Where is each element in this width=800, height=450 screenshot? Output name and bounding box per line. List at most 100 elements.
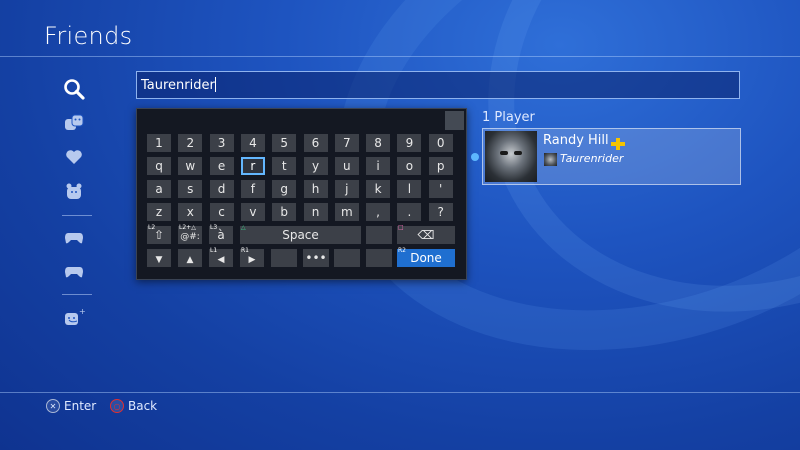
key-7[interactable]: 7 [334, 134, 359, 152]
search-input-value: Taurenrider [141, 78, 215, 93]
r1-tag: R1 [241, 247, 249, 254]
key-k[interactable]: k [366, 180, 391, 198]
circle-button-icon: ○ [110, 399, 124, 413]
key-w[interactable]: w [178, 157, 203, 175]
onscreen-keyboard: 1 2 3 4 5 6 7 8 9 0 q w e r t y u i o p a s d f g h j k l ' z x c v b n m,.?… [136, 108, 467, 280]
up-arrow-icon: ▲ [186, 255, 194, 265]
key-a[interactable]: a [147, 180, 171, 198]
sidebar-divider [62, 294, 92, 295]
key-4[interactable]: 4 [240, 134, 265, 152]
key-m[interactable]: m [334, 203, 359, 221]
key-v[interactable]: v [240, 203, 265, 221]
key-q[interactable]: q [147, 157, 171, 175]
backspace-key[interactable]: □ ⌫ [397, 224, 455, 244]
blank-key[interactable] [271, 249, 297, 267]
square-icon: □ [398, 224, 404, 231]
key-0[interactable]: 0 [428, 134, 453, 152]
shift-icon: ⇧ [153, 228, 165, 242]
add-friend-icon[interactable]: + [56, 302, 92, 332]
key-o[interactable]: o [397, 157, 422, 175]
space-key[interactable]: △ Space [240, 224, 361, 244]
key-c[interactable]: c [209, 203, 234, 221]
symbols-key[interactable]: L2+△ @#: [178, 224, 202, 244]
key-symbol[interactable]: . [397, 203, 422, 221]
player-online-id: Taurenrider [560, 152, 624, 165]
back-hint: ○ Back [110, 399, 157, 413]
page-title: Friends [44, 22, 133, 50]
key-symbol[interactable]: ' [428, 180, 453, 198]
key-j[interactable]: j [334, 180, 359, 198]
l2-triangle-tag: L2+△ [179, 224, 196, 231]
key-l[interactable]: l [397, 180, 422, 198]
key-f[interactable]: f [240, 180, 265, 198]
key-z[interactable]: z [147, 203, 171, 221]
key-u[interactable]: u [334, 157, 359, 175]
player-result-row[interactable]: Randy Hill Taurenrider [482, 128, 741, 185]
cursor-up-key[interactable]: ▲ [178, 249, 202, 267]
blank-key[interactable] [366, 226, 392, 244]
enter-hint-label: Enter [64, 399, 97, 413]
key-h[interactable]: h [303, 180, 328, 198]
key-n[interactable]: n [303, 203, 328, 221]
key-r[interactable]: r [240, 157, 265, 175]
cursor-down-key[interactable]: ▼ [147, 249, 171, 267]
shift-key[interactable]: L2 ⇧ [147, 224, 171, 244]
key-x[interactable]: x [178, 203, 203, 221]
keyboard-close-button[interactable] [445, 111, 464, 130]
key-t[interactable]: t [272, 157, 297, 175]
blank-key[interactable] [366, 249, 392, 267]
key-e[interactable]: e [209, 157, 234, 175]
triangle-icon: △ [241, 224, 246, 231]
cross-button-icon: ✕ [46, 399, 60, 413]
key-2[interactable]: 2 [178, 134, 203, 152]
footer-divider [0, 392, 800, 393]
svg-text:+: + [79, 307, 85, 316]
results-count: 1 Player [482, 110, 535, 125]
header-divider [0, 56, 800, 57]
key-5[interactable]: 5 [272, 134, 297, 152]
game-controller-icon[interactable] [56, 257, 92, 287]
accent-key[interactable]: L3 à [209, 224, 233, 244]
key-1[interactable]: 1 [147, 134, 171, 152]
key-symbol[interactable]: ? [428, 203, 453, 221]
l1-tag: L1 [210, 247, 218, 254]
online-id-avatar [544, 153, 557, 166]
l3-tag: L3 [210, 224, 218, 231]
key-b[interactable]: b [272, 203, 297, 221]
down-arrow-icon: ▼ [155, 255, 163, 265]
l2-tag: L2 [148, 224, 156, 231]
search-input[interactable]: Taurenrider [136, 71, 740, 99]
more-options-key[interactable]: ••• [303, 249, 329, 267]
ellipsis-icon: ••• [305, 251, 327, 265]
cursor-left-key[interactable]: L1 ◀ [209, 247, 233, 267]
key-p[interactable]: p [428, 157, 453, 175]
key-9[interactable]: 9 [397, 134, 422, 152]
key-i[interactable]: i [366, 157, 391, 175]
key-6[interactable]: 6 [303, 134, 328, 152]
left-arrow-icon: ◀ [217, 255, 225, 265]
back-hint-label: Back [128, 399, 158, 413]
players-met-icon[interactable] [56, 223, 92, 253]
key-g[interactable]: g [272, 180, 297, 198]
text-caret [214, 77, 216, 92]
favorites-heart-icon[interactable] [56, 142, 92, 172]
enter-hint: ✕ Enter [46, 399, 96, 413]
key-y[interactable]: y [303, 157, 328, 175]
key-s[interactable]: s [178, 180, 203, 198]
key-3[interactable]: 3 [209, 134, 234, 152]
player-real-name: Randy Hill [543, 133, 609, 148]
cursor-right-key[interactable]: R1 ▶ [240, 247, 264, 267]
sidebar-divider [62, 215, 92, 216]
done-button[interactable]: R2 Done [397, 247, 455, 267]
search-icon[interactable] [56, 74, 92, 104]
friends-icon[interactable] [56, 108, 92, 138]
friend-requests-icon[interactable] [56, 177, 92, 207]
key-symbol[interactable]: , [366, 203, 391, 221]
r2-tag: R2 [398, 247, 406, 254]
right-arrow-icon: ▶ [248, 255, 256, 265]
key-8[interactable]: 8 [366, 134, 391, 152]
key-d[interactable]: d [209, 180, 234, 198]
focus-indicator-dot [471, 153, 479, 161]
blank-key[interactable] [334, 249, 360, 267]
player-avatar [485, 131, 537, 182]
